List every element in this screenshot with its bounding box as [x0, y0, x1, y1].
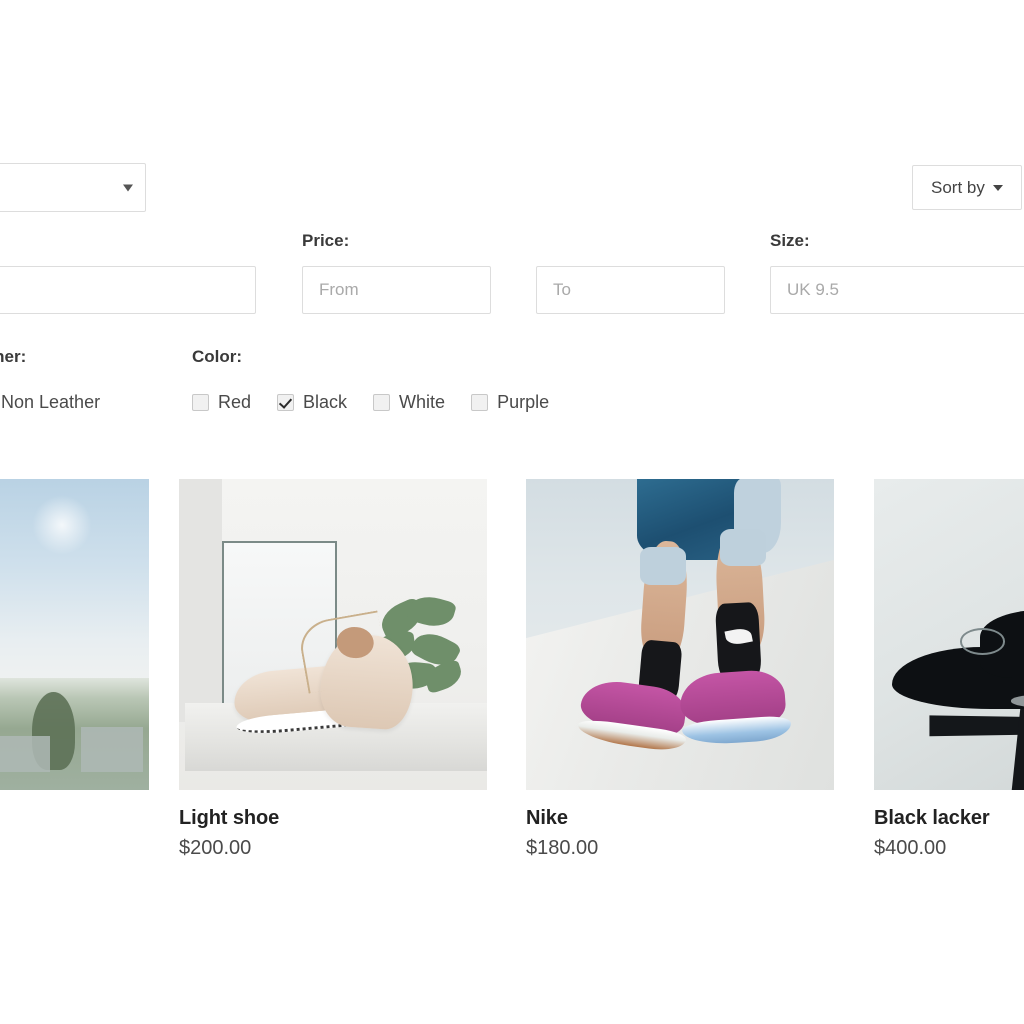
- brand-input[interactable]: [0, 266, 256, 314]
- checkbox-icon[interactable]: [192, 394, 209, 411]
- price-label: Price:: [302, 231, 350, 250]
- color-option-label: Purple: [497, 392, 550, 412]
- product-title: Nike: [526, 807, 568, 829]
- wall-shape: [179, 479, 223, 722]
- product-card[interactable]: [0, 479, 149, 807]
- product-card[interactable]: Light shoe $200.00: [179, 479, 487, 860]
- checkbox-icon[interactable]: [373, 394, 391, 411]
- building-shape: [0, 736, 51, 773]
- price-from-input[interactable]: [302, 266, 491, 314]
- color-label: Color:: [192, 347, 243, 366]
- product-title: Black lacker: [874, 807, 990, 829]
- sort-by-button[interactable]: Sort by: [912, 165, 1022, 210]
- chevron-down-icon: [123, 184, 133, 191]
- leather-label: ather:: [0, 347, 27, 366]
- ground-layer: [0, 678, 149, 790]
- product-price: $400.00: [874, 837, 947, 859]
- color-option-label: Black: [303, 392, 348, 412]
- caret-down-icon: [992, 184, 1003, 191]
- leather-options: Non Leather: [0, 392, 100, 413]
- product-image[interactable]: [0, 479, 149, 790]
- leather-option-non-leather[interactable]: Non Leather: [0, 392, 100, 413]
- lens-flare-icon: [31, 494, 92, 555]
- color-option-purple[interactable]: Purple: [471, 392, 549, 413]
- product-price: $180.00: [526, 837, 599, 859]
- color-option-red[interactable]: Red: [192, 392, 251, 413]
- leather-option-label: Non Leather: [1, 392, 101, 412]
- category-select[interactable]: [0, 163, 146, 212]
- shoelace-shape: [959, 628, 1006, 655]
- color-option-label: White: [399, 392, 446, 412]
- cuff-shape: [720, 528, 767, 567]
- nike-swoosh-icon: [724, 626, 753, 647]
- checkbox-icon[interactable]: [471, 394, 489, 411]
- product-card[interactable]: Nike $180.00: [526, 479, 834, 860]
- product-card[interactable]: Black lacker $400.00: [874, 479, 1024, 860]
- color-options: Red Black White Purple: [192, 392, 549, 413]
- color-option-black[interactable]: Black: [277, 392, 347, 413]
- product-listing-page: Sort by Price: Size: ather: Color: Non L…: [0, 0, 1024, 1024]
- building-shape: [81, 727, 143, 773]
- product-image[interactable]: [526, 479, 834, 790]
- product-price: $200.00: [179, 837, 252, 859]
- shoe-highlight: [1011, 695, 1024, 707]
- product-image[interactable]: [874, 479, 1024, 790]
- color-option-label: Red: [218, 392, 252, 412]
- product-title: Light shoe: [179, 807, 280, 829]
- size-label: Size:: [770, 231, 810, 250]
- sort-by-label: Sort by: [931, 177, 985, 197]
- size-input[interactable]: [770, 266, 1024, 314]
- checkbox-checked-icon[interactable]: [277, 394, 295, 411]
- cuff-shape: [639, 547, 687, 585]
- color-option-white[interactable]: White: [373, 392, 445, 413]
- price-to-input[interactable]: [536, 266, 725, 314]
- product-image[interactable]: [179, 479, 487, 790]
